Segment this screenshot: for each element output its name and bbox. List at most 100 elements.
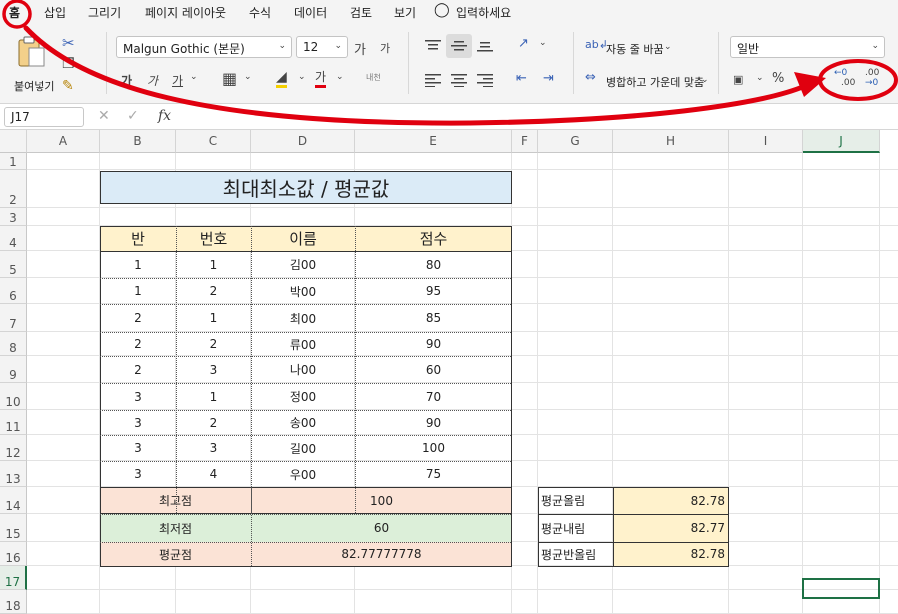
align-center-icon[interactable] (451, 73, 467, 87)
number-format-value: 일반 (737, 42, 760, 56)
number-format-dropdown[interactable]: 일반 ⌄ (730, 36, 885, 58)
align-middle-button[interactable] (446, 34, 472, 58)
menu-page-layout[interactable]: 페이지 레이아웃 (145, 4, 226, 21)
font-name-value: Malgun Gothic (본문) (123, 42, 245, 56)
column-header-e[interactable]: E (355, 130, 512, 153)
row-header-5[interactable]: 5 (0, 251, 27, 278)
row-header-17[interactable]: 17 (0, 566, 27, 590)
function-icon[interactable]: fx (158, 108, 171, 124)
borders-icon[interactable]: ▦ (222, 69, 237, 88)
align-left-icon[interactable] (425, 73, 441, 87)
column-header-g[interactable]: G (538, 130, 613, 153)
font-color-button[interactable]: 가 (315, 69, 327, 88)
row-header-4[interactable]: 4 (0, 226, 27, 251)
column-header-h[interactable]: H (613, 130, 729, 153)
table-cell: 4 (209, 467, 218, 481)
chevron-down-icon[interactable]: ⌄ (336, 72, 344, 82)
cell-border (100, 356, 511, 357)
selected-cell-j17[interactable] (802, 578, 880, 599)
copy-icon[interactable]: ❐ (62, 56, 75, 72)
row-header-1[interactable]: 1 (0, 153, 27, 170)
fill-color-icon[interactable]: ◢ (276, 69, 287, 88)
table-cell: 70 (425, 389, 442, 404)
shrink-font-button[interactable]: 가 (380, 40, 390, 56)
worksheet-grid[interactable]: ABCDEFGHIJ 1 2 3 4 5 6 7 8 9 10 11 12 13 14 15 16 17 18 최… (0, 130, 898, 614)
column-header-i[interactable]: I (729, 130, 803, 153)
cell-border (538, 514, 728, 515)
cancel-icon[interactable]: ✕ (98, 108, 110, 124)
column-header-a[interactable]: A (27, 130, 100, 153)
increase-indent-icon[interactable]: ⇥ (543, 71, 554, 86)
row-header-2[interactable]: 2 (0, 170, 27, 208)
row-header-10[interactable]: 10 (0, 383, 27, 410)
align-bottom-icon[interactable] (477, 39, 493, 53)
row-header-12[interactable]: 12 (0, 435, 27, 461)
gridline (27, 207, 898, 208)
name-box[interactable]: J17 (4, 107, 84, 127)
row-header-15[interactable]: 15 (0, 514, 27, 542)
percent-button[interactable]: % (772, 71, 784, 86)
chevron-down-icon[interactable]: ⌄ (298, 72, 306, 82)
table-cell: 2 (209, 284, 218, 298)
paste-button[interactable]: 붙여넣기 (12, 34, 54, 94)
cell-border (100, 304, 511, 305)
font-name-dropdown[interactable]: Malgun Gothic (본문) ⌄ (116, 36, 292, 58)
column-header-j[interactable]: J (803, 130, 880, 153)
accounting-format-icon[interactable]: ▣ (733, 73, 743, 86)
row-header-6[interactable]: 6 (0, 278, 27, 304)
menu-data[interactable]: 데이터 (294, 4, 327, 21)
menu-insert[interactable]: 삽입 (44, 4, 66, 21)
row-header-18[interactable]: 18 (0, 590, 27, 614)
orientation-icon[interactable]: ↗ (518, 36, 529, 51)
phonetic-button[interactable]: 내천 (366, 72, 381, 83)
select-all-corner[interactable] (0, 130, 27, 153)
chevron-down-icon[interactable]: ⌄ (756, 73, 764, 83)
row-header-13[interactable]: 13 (0, 461, 27, 487)
table-header: 반 (100, 226, 176, 251)
cell-border (538, 487, 729, 488)
tell-me-input[interactable]: 입력하세요 (456, 4, 511, 21)
row-header-3[interactable]: 3 (0, 208, 27, 226)
decrease-decimal-button[interactable]: .00 →0 (862, 68, 884, 92)
decrease-indent-icon[interactable]: ⇤ (516, 71, 527, 86)
menu-review[interactable]: 검토 (350, 4, 372, 21)
merge-center-button[interactable]: 병합하고 가운데 맞춤 (606, 74, 704, 90)
chevron-down-icon[interactable]: ⌄ (664, 42, 672, 52)
table-cell: 100 (422, 441, 445, 455)
comma-style-button[interactable]: ● (797, 71, 809, 87)
row-header-8[interactable]: 8 (0, 332, 27, 356)
align-right-icon[interactable] (477, 73, 493, 87)
italic-button[interactable]: 가 (147, 72, 158, 89)
column-header-b[interactable]: B (100, 130, 176, 153)
row-header-7[interactable]: 7 (0, 304, 27, 332)
chevron-down-icon[interactable]: ⌄ (701, 75, 709, 85)
table-cell: 85 (425, 311, 442, 325)
align-top-icon[interactable] (425, 39, 441, 53)
formula-input[interactable] (180, 107, 894, 127)
scissors-icon[interactable]: ✂ (62, 34, 75, 52)
row-header-9[interactable]: 9 (0, 356, 27, 383)
bold-button[interactable]: 가 (121, 72, 132, 89)
wrap-text-button[interactable]: 자동 줄 바꿈 (606, 41, 664, 57)
table-cell: 60 (425, 362, 442, 377)
row-header-14[interactable]: 14 (0, 487, 27, 514)
menu-view[interactable]: 보기 (394, 4, 416, 21)
font-size-dropdown[interactable]: 12 ⌄ (296, 36, 348, 58)
grow-font-button[interactable]: 가 (354, 39, 366, 58)
menu-home[interactable]: 홈 (9, 4, 20, 21)
chevron-down-icon[interactable]: ⌄ (539, 38, 547, 48)
table-cell: 2 (134, 362, 142, 377)
increase-decimal-button[interactable]: ←0 .00 (834, 68, 856, 92)
column-header-f[interactable]: F (512, 130, 538, 153)
column-header-c[interactable]: C (176, 130, 251, 153)
check-icon[interactable]: ✓ (127, 108, 139, 124)
menu-formulas[interactable]: 수식 (249, 4, 271, 21)
column-header-d[interactable]: D (251, 130, 355, 153)
format-painter-icon[interactable]: ✎ (62, 78, 74, 94)
chevron-down-icon[interactable]: ⌄ (190, 72, 198, 82)
chevron-down-icon[interactable]: ⌄ (244, 72, 252, 82)
row-header-11[interactable]: 11 (0, 410, 27, 435)
underline-button[interactable]: 가 (172, 72, 183, 89)
menu-draw[interactable]: 그리기 (88, 4, 121, 21)
row-header-16[interactable]: 16 (0, 542, 27, 566)
